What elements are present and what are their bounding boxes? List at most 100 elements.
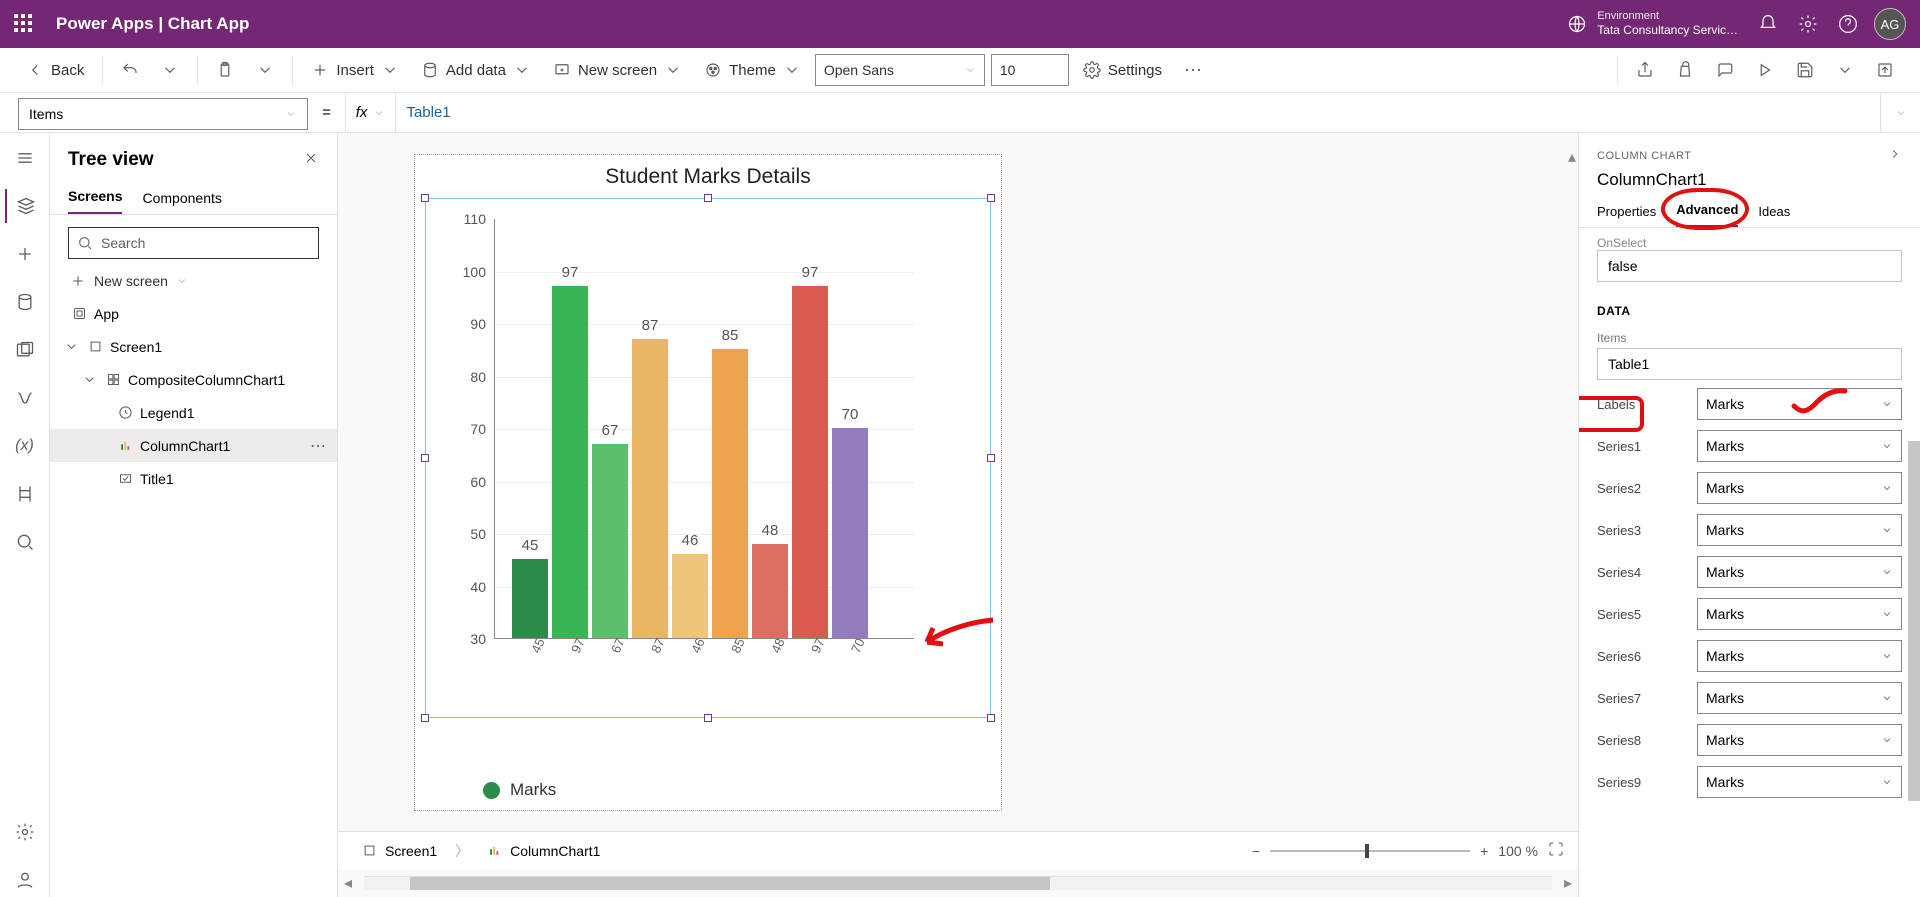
save-icon[interactable] xyxy=(1788,57,1822,83)
fx-label[interactable]: fx xyxy=(345,93,396,132)
tree-item-app[interactable]: App xyxy=(50,297,337,330)
prop-field-row: Series5Marks xyxy=(1597,598,1902,630)
comments-icon[interactable] xyxy=(1708,57,1742,83)
share-icon[interactable] xyxy=(1628,57,1662,83)
rail-treeview-icon[interactable] xyxy=(5,189,45,223)
canvas-breadcrumb: Screen1 〉 ColumnChart1 − + 100 % xyxy=(338,831,1578,869)
prop-field-select[interactable]: Marks xyxy=(1697,430,1902,462)
save-split-button[interactable] xyxy=(1828,57,1862,83)
more-button[interactable]: ⋯ xyxy=(1176,56,1212,85)
expand-pane-icon[interactable] xyxy=(1888,147,1902,164)
environment-picker[interactable]: Environment Tata Consultancy Servic… xyxy=(1597,10,1738,38)
prop-field-select[interactable]: Marks xyxy=(1697,640,1902,672)
prop-field-select[interactable]: Marks xyxy=(1697,556,1902,588)
breadcrumb-screen[interactable]: Screen1 xyxy=(352,839,447,863)
tab-components[interactable]: Components xyxy=(142,190,221,214)
tree-item-column-chart[interactable]: ColumnChart1⋯ xyxy=(50,429,337,462)
prop-field-select[interactable]: Marks xyxy=(1697,724,1902,756)
notifications-icon[interactable] xyxy=(1748,4,1788,44)
new-screen-button[interactable]: New screen xyxy=(50,265,337,297)
scroll-right-icon[interactable]: ▸ xyxy=(1564,873,1572,893)
prop-field-select[interactable]: Marks xyxy=(1697,598,1902,630)
rail-flows-icon[interactable] xyxy=(5,381,45,415)
rail-data-icon[interactable] xyxy=(5,285,45,319)
back-button[interactable]: Back xyxy=(18,57,92,83)
chart-bar: 85 xyxy=(712,349,748,638)
rail-variables-icon[interactable]: (x) xyxy=(5,429,45,463)
tab-properties[interactable]: Properties xyxy=(1597,204,1656,227)
left-rail: (x) xyxy=(0,133,50,897)
settings-button[interactable]: Settings xyxy=(1075,57,1170,83)
prop-field-row: Series7Marks xyxy=(1597,682,1902,714)
rail-virtual-agent-icon[interactable] xyxy=(5,863,45,897)
items-input[interactable]: Table1 xyxy=(1597,348,1902,380)
canvas[interactable]: ▴ Student Marks Details 3040506070809010… xyxy=(338,133,1578,897)
properties-pane: COLUMN CHART ColumnChart1 Properties Adv… xyxy=(1578,133,1920,897)
prop-field-label: Series4 xyxy=(1597,565,1697,580)
prop-field-select[interactable]: Marks xyxy=(1697,682,1902,714)
tab-advanced[interactable]: Advanced xyxy=(1676,202,1738,227)
tree-search-input[interactable]: Search xyxy=(68,227,319,259)
rail-insert-icon[interactable] xyxy=(5,237,45,271)
prop-field-select[interactable]: Marks xyxy=(1697,388,1902,420)
tree-item-screen1[interactable]: Screen1 xyxy=(50,330,337,363)
scroll-left-icon[interactable]: ◂ xyxy=(344,873,352,893)
tree-view-pane: Tree view Screens Components Search New … xyxy=(50,133,338,897)
rail-hamburger-icon[interactable] xyxy=(5,141,45,175)
onselect-input[interactable]: false xyxy=(1597,250,1902,282)
font-size-input[interactable]: 10 xyxy=(991,54,1069,86)
tree-item-composite-chart[interactable]: CompositeColumnChart1 xyxy=(50,363,337,396)
zoom-slider[interactable] xyxy=(1270,850,1470,852)
paste-split-button[interactable] xyxy=(248,57,282,83)
prop-field-select[interactable]: Marks xyxy=(1697,472,1902,504)
rail-settings-icon[interactable] xyxy=(5,815,45,849)
rail-tools-icon[interactable] xyxy=(5,477,45,511)
rail-search-icon[interactable] xyxy=(5,525,45,559)
zoom-in-button[interactable]: + xyxy=(1480,843,1488,859)
column-chart-control[interactable]: 3040506070809010011045459797676787874646… xyxy=(425,198,991,718)
user-avatar[interactable]: AG xyxy=(1874,8,1906,40)
insert-button[interactable]: Insert xyxy=(303,57,407,83)
chart-bar: 48 xyxy=(752,544,788,639)
rail-media-icon[interactable] xyxy=(5,333,45,367)
tab-screens[interactable]: Screens xyxy=(68,188,122,214)
property-select[interactable]: Items xyxy=(18,98,308,130)
add-data-button[interactable]: Add data xyxy=(413,57,539,83)
prop-field-label: Labels xyxy=(1597,397,1697,412)
tree-item-more-icon[interactable]: ⋯ xyxy=(310,436,327,456)
tree-item-title[interactable]: Title1 xyxy=(50,462,337,495)
fit-to-window-icon[interactable] xyxy=(1548,841,1564,860)
chart-bar: 67 xyxy=(592,444,628,638)
preview-icon[interactable] xyxy=(1748,57,1782,83)
new-screen-button[interactable]: New screen xyxy=(545,57,690,83)
checker-icon[interactable] xyxy=(1668,57,1702,83)
undo-button[interactable] xyxy=(113,57,147,83)
close-tree-icon[interactable] xyxy=(303,150,319,171)
settings-gear-icon[interactable] xyxy=(1788,4,1828,44)
publish-icon[interactable] xyxy=(1868,57,1902,83)
app-launcher-icon[interactable] xyxy=(14,14,34,34)
help-icon[interactable] xyxy=(1828,4,1868,44)
tab-ideas[interactable]: Ideas xyxy=(1758,204,1790,227)
prop-field-label: Series3 xyxy=(1597,523,1697,538)
zoom-out-button[interactable]: − xyxy=(1252,843,1260,859)
scroll-up-icon[interactable]: ▴ xyxy=(1568,147,1576,167)
formula-input[interactable]: Table1 xyxy=(395,93,1880,132)
items-label: Items xyxy=(1597,328,1902,348)
annotation-arrow xyxy=(915,612,995,662)
equals-label: = xyxy=(308,104,345,121)
prop-field-row: LabelsMarks xyxy=(1597,388,1902,420)
paste-button[interactable] xyxy=(208,57,242,83)
horizontal-scrollbar[interactable] xyxy=(364,876,1552,890)
breadcrumb-chart[interactable]: ColumnChart1 xyxy=(477,839,610,863)
expand-formula-button[interactable] xyxy=(1880,93,1920,132)
artboard[interactable]: Student Marks Details 304050607080901001… xyxy=(414,154,1002,811)
font-family-select[interactable]: Open Sans xyxy=(815,54,985,86)
onselect-label: OnSelect xyxy=(1597,236,1902,250)
chart-bar: 46 xyxy=(672,554,708,638)
theme-button[interactable]: Theme xyxy=(696,57,809,83)
undo-split-button[interactable] xyxy=(153,57,187,83)
tree-item-legend[interactable]: Legend1 xyxy=(50,396,337,429)
prop-field-select[interactable]: Marks xyxy=(1697,514,1902,546)
prop-field-select[interactable]: Marks xyxy=(1697,766,1902,798)
